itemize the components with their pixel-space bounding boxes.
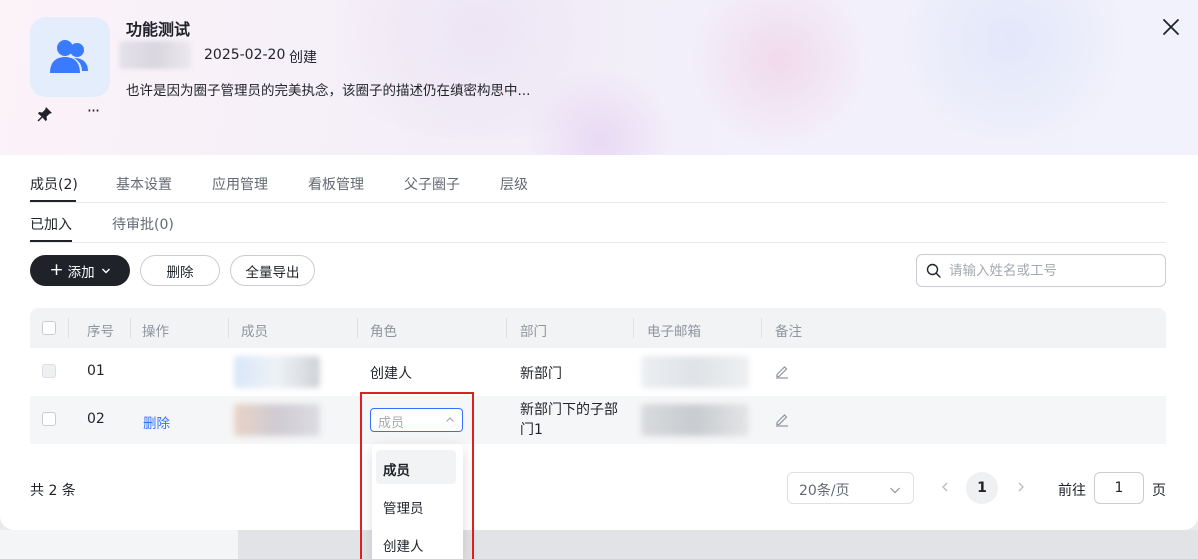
column-header-email: 电子邮箱 xyxy=(647,324,701,340)
tab-basic-settings[interactable]: 基本设置 xyxy=(116,174,172,194)
row-index: 02 xyxy=(87,411,105,427)
page-number-current[interactable]: 1 xyxy=(966,472,998,504)
total-count: 共 2 条 xyxy=(30,483,76,499)
chevron-down-icon xyxy=(101,268,110,273)
page-size-select[interactable]: 20条/页 xyxy=(787,472,914,504)
column-header-action: 操作 xyxy=(142,324,169,340)
subtab-joined[interactable]: 已加入 xyxy=(30,214,72,234)
column-header-index: 序号 xyxy=(87,324,114,340)
delete-button[interactable]: 删除 xyxy=(140,255,220,286)
next-page-icon[interactable] xyxy=(1014,480,1028,494)
row-department: 新部门 xyxy=(520,366,562,382)
circle-detail-modal: ··· 功能测试 2025-02-20 创建 也许是因为圈子管理员的完美执念，该… xyxy=(0,0,1198,530)
tab-board-management[interactable]: 看板管理 xyxy=(308,174,364,194)
more-icon[interactable]: ··· xyxy=(84,103,102,122)
row-delete-link[interactable]: 删除 xyxy=(143,412,170,432)
tab-parent-child-circles[interactable]: 父子圈子 xyxy=(404,174,460,194)
member-subtabs: 已加入 待审批(0) xyxy=(30,204,1166,243)
main-tabs: 成员(2) 基本设置 应用管理 看板管理 父子圈子 层级 xyxy=(30,164,1166,203)
tab-app-management[interactable]: 应用管理 xyxy=(212,174,268,194)
export-all-button[interactable]: 全量导出 xyxy=(230,255,315,286)
add-label: 添加 xyxy=(67,264,95,281)
group-users-icon xyxy=(50,40,88,73)
role-option-creator[interactable]: 创建人 xyxy=(372,526,463,559)
row-department-line: 新部门下的子部 xyxy=(520,402,618,418)
row-department: 新部门下的子部 门1 xyxy=(520,400,618,440)
column-header-department: 部门 xyxy=(520,324,547,340)
role-option-admin[interactable]: 管理员 xyxy=(372,488,463,522)
select-all-checkbox[interactable] xyxy=(42,321,56,335)
close-icon[interactable] xyxy=(1160,16,1182,38)
row-checkbox[interactable] xyxy=(42,412,56,426)
subtab-pending[interactable]: 待审批(0) xyxy=(112,214,174,234)
column-header-role: 角色 xyxy=(370,324,397,340)
column-header-remark: 备注 xyxy=(775,324,802,340)
active-tab-indicator xyxy=(30,200,76,202)
search-icon xyxy=(926,263,941,278)
modal-header: ··· 功能测试 2025-02-20 创建 也许是因为圈子管理员的完美执念，该… xyxy=(0,0,1198,155)
goto-page-input[interactable]: 1 xyxy=(1094,472,1144,504)
creator-avatar xyxy=(119,41,191,69)
row-email xyxy=(641,356,749,388)
prev-page-icon[interactable] xyxy=(938,480,952,494)
page-size-value: 20条/页 xyxy=(799,483,850,499)
role-option-label: 创建人 xyxy=(383,539,424,555)
role-dropdown: 成员 管理员 创建人 xyxy=(372,444,463,559)
role-select[interactable]: 成员 xyxy=(370,408,463,432)
add-button[interactable]: + 添加 xyxy=(30,255,130,286)
created-label: 创建 xyxy=(289,50,317,66)
search-box xyxy=(916,254,1166,287)
member-avatar-name xyxy=(234,404,320,436)
chevron-up-icon xyxy=(446,417,454,422)
search-input[interactable] xyxy=(949,261,1149,281)
chevron-down-icon xyxy=(890,487,900,494)
table-header: 序号 操作 成员 角色 部门 电子邮箱 备注 xyxy=(30,308,1166,348)
circle-title: 功能测试 xyxy=(126,20,191,39)
role-option-label: 成员 xyxy=(383,463,410,479)
pin-icon[interactable] xyxy=(36,105,54,123)
role-option-member[interactable]: 成员 xyxy=(372,450,463,484)
edit-remark-icon[interactable] xyxy=(774,411,790,427)
background-panel-left xyxy=(0,530,238,559)
circle-avatar xyxy=(30,17,110,97)
goto-label: 前往 xyxy=(1058,483,1086,499)
row-email xyxy=(641,404,749,436)
role-select-value: 成员 xyxy=(378,416,405,431)
column-header-member: 成员 xyxy=(241,324,268,340)
active-subtab-indicator xyxy=(30,240,72,242)
circle-description: 也许是因为圈子管理员的完美执念，该圈子的描述仍在缜密构思中... xyxy=(126,83,531,99)
page-suffix-label: 页 xyxy=(1152,483,1166,499)
row-index: 01 xyxy=(87,363,105,379)
tab-members[interactable]: 成员(2) xyxy=(30,174,78,194)
row-department-line: 门1 xyxy=(520,422,543,438)
members-table: 序号 操作 成员 角色 部门 电子邮箱 备注 01 创建人 新部门 02 删除 … xyxy=(30,308,1166,444)
row-checkbox xyxy=(42,364,56,378)
table-row: 02 删除 成员 新部门下的子部 门1 xyxy=(30,396,1166,444)
created-date: 2025-02-20 xyxy=(204,47,286,63)
edit-remark-icon[interactable] xyxy=(774,363,790,379)
plus-icon: + xyxy=(49,260,64,280)
row-role: 创建人 xyxy=(370,366,412,382)
role-option-label: 管理员 xyxy=(383,501,424,517)
table-row: 01 创建人 新部门 xyxy=(30,348,1166,396)
tab-levels[interactable]: 层级 xyxy=(500,174,528,194)
member-avatar-name xyxy=(234,356,320,388)
